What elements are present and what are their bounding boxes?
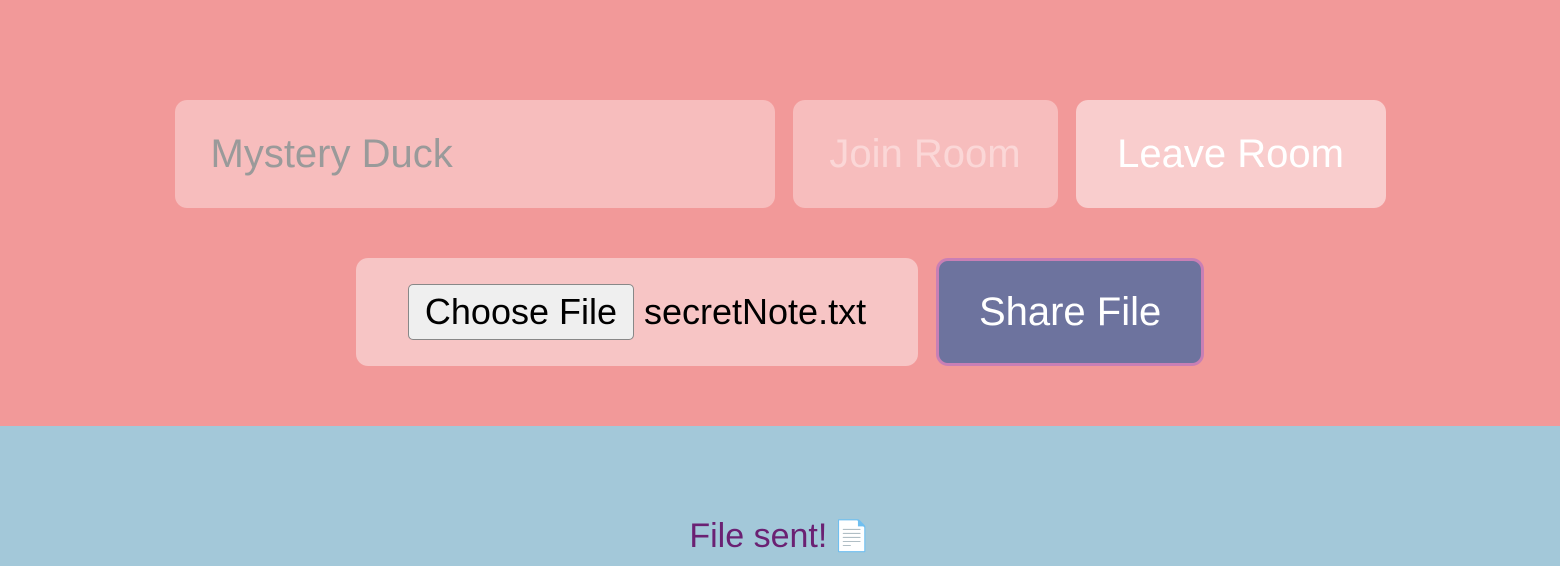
selected-file-name: secretNote.txt — [644, 291, 866, 333]
status-panel: File sent! 📄 — [0, 426, 1560, 566]
join-room-button[interactable]: Join Room — [793, 100, 1058, 208]
file-picker[interactable]: Choose File secretNote.txt — [356, 258, 918, 366]
file-row: Choose File secretNote.txt Share File — [356, 258, 1204, 366]
control-panel: Join Room Leave Room Choose File secretN… — [0, 0, 1560, 426]
room-row: Join Room Leave Room — [175, 100, 1386, 208]
status-message: File sent! 📄 — [689, 517, 870, 556]
status-text: File sent! — [689, 517, 827, 556]
document-icon: 📄 — [833, 519, 870, 554]
leave-room-button[interactable]: Leave Room — [1076, 100, 1386, 208]
choose-file-button[interactable]: Choose File — [408, 284, 634, 340]
share-file-button[interactable]: Share File — [936, 258, 1204, 366]
room-name-input[interactable] — [175, 100, 775, 208]
